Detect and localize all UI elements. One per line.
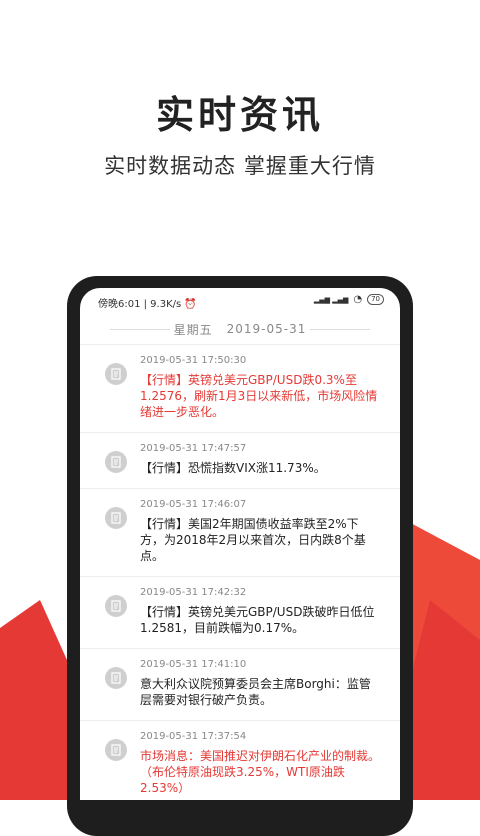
battery-icon: 70 — [367, 294, 384, 305]
news-item[interactable]: 2019-05-31 17:41:10 意大利众议院预算委员会主席Borghi：监… — [80, 648, 400, 720]
news-text: 【行情】英镑兑美元GBP/USD跌破昨日低位1.2581，目前跌幅为0.17%。 — [140, 605, 375, 635]
news-item[interactable]: 2019-05-31 17:37:54 市场消息：美国推迟对伊朗石化产业的制裁。（… — [80, 720, 400, 800]
news-text: 意大利众议院预算委员会主席Borghi：监管层需要对银行破产负责。 — [140, 677, 371, 707]
divider-left — [110, 329, 170, 330]
news-doc-icon — [105, 451, 127, 473]
news-item[interactable]: 2019-05-31 17:47:57 【行情】恐慌指数VIX涨11.73%。 — [80, 432, 400, 488]
date-bar: 星期五 2019-05-31 — [80, 314, 400, 344]
phone-screen: 傍晚6:01 | 9.3K/s ⏰ ▂▄▆ ▂▄▆ ◔ 70 星期五 2019-… — [80, 288, 400, 800]
status-icons: ▂▄▆ ▂▄▆ ◔ 70 — [314, 294, 384, 305]
news-item[interactable]: 2019-05-31 17:50:30 【行情】英镑兑美元GBP/USD跌0.3%… — [80, 344, 400, 432]
news-text: 【行情】恐慌指数VIX涨11.73%。 — [140, 461, 326, 475]
status-time-speed: 傍晚6:01 | 9.3K/s ⏰ — [98, 299, 197, 310]
news-text: 【行情】英镑兑美元GBP/USD跌0.3%至1.2576，刷新1月3日以来新低，… — [140, 373, 378, 419]
news-doc-icon — [105, 595, 127, 617]
date-weekday: 星期五 — [173, 322, 213, 337]
news-doc-icon — [105, 507, 127, 529]
wifi-icon: ◔ — [353, 294, 363, 305]
promo-headline: 实时资讯 — [155, 93, 324, 137]
divider-right — [310, 329, 370, 330]
news-doc-icon — [105, 739, 127, 761]
news-time: 2019-05-31 17:42:32 — [140, 587, 247, 598]
news-text: 市场消息：美国推迟对伊朗石化产业的制裁。（布伦特原油现跌3.25%，WTI原油跌… — [140, 749, 381, 795]
news-item[interactable]: 2019-05-31 17:42:32 【行情】英镑兑美元GBP/USD跌破昨日低… — [80, 576, 400, 648]
news-time: 2019-05-31 17:37:54 — [140, 731, 247, 742]
news-doc-icon — [105, 363, 127, 385]
date-value: 2019-05-31 — [226, 322, 307, 336]
news-item[interactable]: 2019-05-31 17:46:07 【行情】美国2年期国债收益率跌至2%下方，… — [80, 488, 400, 576]
news-time: 2019-05-31 17:47:57 — [140, 443, 247, 454]
news-feed: 2019-05-31 17:50:30 【行情】英镑兑美元GBP/USD跌0.3%… — [80, 344, 400, 800]
status-bar: 傍晚6:01 | 9.3K/s ⏰ ▂▄▆ ▂▄▆ ◔ 70 — [80, 288, 400, 314]
news-doc-icon — [105, 667, 127, 689]
promo-subline: 实时数据动态 掌握重大行情 — [104, 154, 376, 178]
news-time: 2019-05-31 17:50:30 — [140, 355, 247, 366]
news-text: 【行情】美国2年期国债收益率跌至2%下方，为2018年2月以来首次，日内跌8个基… — [140, 517, 366, 563]
signal-icon: ▂▄▆ ▂▄▆ — [313, 295, 349, 304]
news-time: 2019-05-31 17:41:10 — [140, 659, 247, 670]
news-time: 2019-05-31 17:46:07 — [140, 499, 247, 510]
